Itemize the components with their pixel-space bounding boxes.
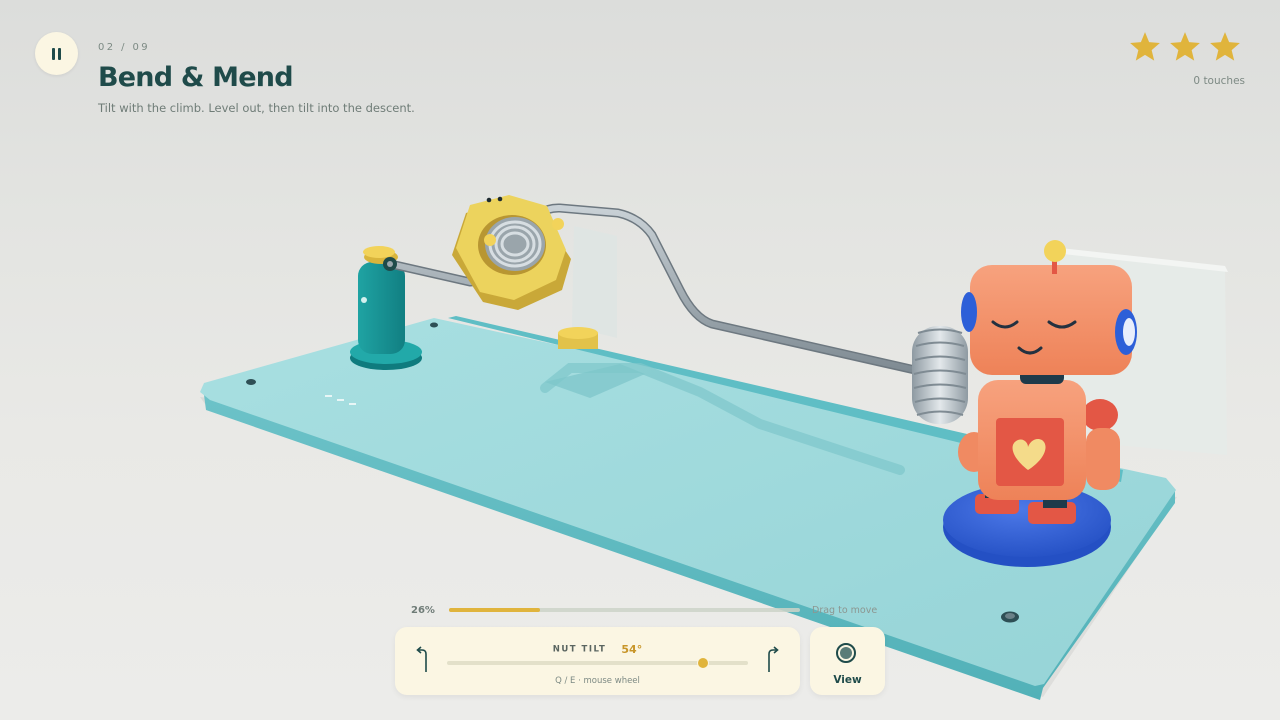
- touch-counter: 0 touches: [1193, 75, 1245, 87]
- star-icon: [1130, 32, 1160, 61]
- progress-fill: [449, 608, 541, 612]
- tilt-left-arrow-icon[interactable]: [414, 645, 432, 673]
- camera-view-icon: [836, 643, 856, 663]
- star-icon: [1210, 32, 1240, 61]
- progress-percent: 26%: [411, 605, 435, 616]
- star-icon: [1170, 32, 1200, 61]
- tilt-slider[interactable]: [447, 657, 748, 669]
- tilt-control-panel: NUT TILT 54° Q / E · mouse wheel: [395, 627, 800, 695]
- tilt-slider-thumb[interactable]: [696, 657, 709, 669]
- tilt-value: 54°: [621, 643, 643, 656]
- star-rating: [1128, 30, 1242, 64]
- drag-hint: Drag to move: [812, 605, 878, 616]
- level-hint: Tilt with the climb. Level out, then til…: [98, 101, 415, 115]
- robot-goal: [943, 240, 1137, 567]
- yellow-block: [558, 327, 598, 349]
- progress-bar: [449, 608, 800, 612]
- goal-coil: [912, 326, 968, 424]
- tilt-keys-hint: Q / E · mouse wheel: [555, 676, 640, 686]
- pause-icon: [52, 47, 61, 60]
- view-label: View: [833, 674, 862, 686]
- tilt-right-arrow-icon[interactable]: [763, 645, 781, 673]
- view-button[interactable]: View: [810, 627, 885, 695]
- level-counter: 02 / 09: [98, 42, 150, 53]
- tilt-label: NUT TILT: [552, 644, 607, 655]
- level-title: Bend & Mend: [98, 62, 294, 93]
- pause-button[interactable]: [35, 32, 78, 75]
